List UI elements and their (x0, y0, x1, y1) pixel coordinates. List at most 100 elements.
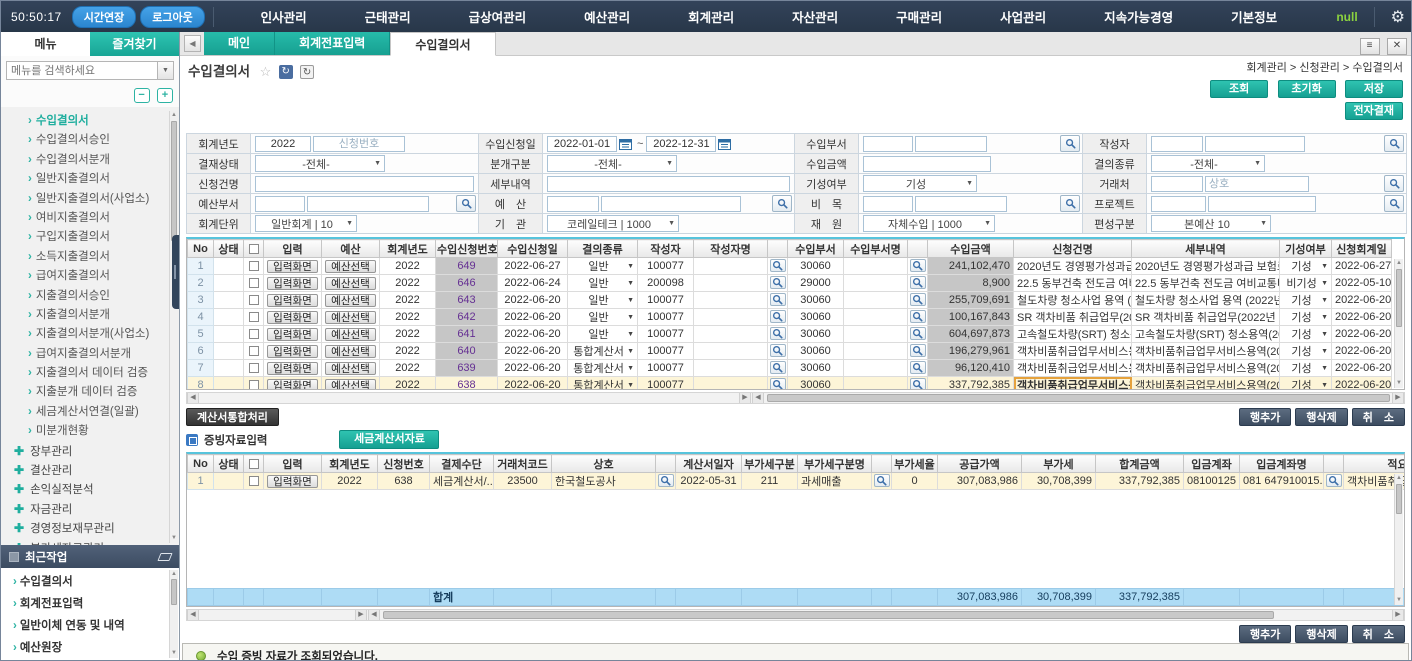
grid1-cell-writer_name[interactable] (694, 377, 768, 391)
grid2-cell-input_btn[interactable]: 입력화면 (264, 473, 322, 490)
grid1-cell-writer_name[interactable] (694, 292, 768, 309)
grid2-cell-mag3[interactable] (1324, 473, 1344, 490)
grid1-col-budget_btn[interactable]: 예산 (322, 240, 380, 258)
grid1-cell-dept_name[interactable] (844, 326, 908, 343)
search-icon[interactable] (1384, 175, 1404, 192)
grid2-col-mag2[interactable] (872, 455, 892, 473)
grid1-budget_btn[interactable]: 예산선택 (325, 294, 376, 307)
grid1-cell-reqdate[interactable]: 2022-06-20 (498, 309, 568, 326)
filter-input[interactable] (547, 136, 617, 152)
grid1-budget_btn[interactable]: 예산선택 (325, 328, 376, 341)
filter-input[interactable] (313, 136, 405, 152)
sidebar-item[interactable]: ›수입결의서 (1, 112, 179, 131)
gear-icon[interactable]: ⚙ (1391, 7, 1405, 27)
grid1-cell-dept_name[interactable] (844, 343, 908, 360)
filter-input[interactable] (255, 176, 474, 192)
grid1-cell-dept_name[interactable] (844, 258, 908, 275)
grid1-cell-reqdate[interactable]: 2022-06-20 (498, 326, 568, 343)
grid2-col-memo[interactable]: 적요 (1344, 455, 1406, 473)
tax-invoice-tab[interactable]: 세금계산서자료 (339, 430, 439, 449)
grid1-cell-gisung[interactable]: 기성▼ (1280, 326, 1332, 343)
grid1-cell-fy[interactable]: 2022 (380, 343, 436, 360)
row-checkbox[interactable] (249, 346, 259, 356)
delete-row-button[interactable]: 행삭제 (1295, 625, 1347, 643)
grid1-cell-reqdate[interactable]: 2022-06-20 (498, 377, 568, 391)
grid1-cell-status[interactable] (214, 275, 244, 292)
grid1-row[interactable]: 7입력화면예산선택20226392022-06-20통합계산서▼10007730… (188, 360, 1392, 377)
search-icon[interactable] (874, 474, 890, 487)
filter-input[interactable] (1151, 176, 1203, 192)
grid1-row[interactable]: 6입력화면예산선택20226402022-06-20통합계산서▼10007730… (188, 343, 1392, 360)
e-approval-button[interactable]: 전자결재 (1345, 102, 1403, 120)
search-icon[interactable] (772, 195, 792, 212)
search-icon[interactable] (1060, 135, 1080, 152)
grid2-col-vendor[interactable]: 상호 (552, 455, 656, 473)
grid1-input_btn[interactable]: 입력화면 (267, 311, 318, 324)
add-row-button[interactable]: 행추가 (1239, 625, 1291, 643)
grid2-col-vatname[interactable]: 부가세구분명 (798, 455, 872, 473)
grid1-cell-budget_btn[interactable]: 예산선택 (322, 275, 380, 292)
grid1-cell-reqno[interactable]: 643 (436, 292, 498, 309)
tab-main[interactable]: 메인 (204, 32, 275, 55)
grid1-input_btn[interactable]: 입력화면 (267, 362, 318, 375)
grid1-row[interactable]: 1입력화면예산선택20226492022-06-27일반▼10007730060… (188, 258, 1392, 275)
grid1-cell-gisung[interactable]: 기성▼ (1280, 292, 1332, 309)
grid1-cell-title[interactable]: 객차비품취급업무서비스용역 (1014, 377, 1132, 391)
grid1-cell-dept[interactable]: 29000 (788, 275, 844, 292)
sidebar-item[interactable]: ›여비지출결의서 (1, 209, 179, 228)
search-icon[interactable] (770, 259, 786, 272)
sidebar-item[interactable]: ›일반지출결의서(사업소) (1, 190, 179, 209)
grid1-cell-mag2[interactable] (908, 292, 928, 309)
grid1-cell-chk[interactable] (244, 326, 264, 343)
grid2-cell-vatcode[interactable]: 211 (742, 473, 798, 490)
search-icon[interactable] (910, 259, 926, 272)
grid1-input_btn[interactable]: 입력화면 (267, 260, 318, 273)
grid1-col-status[interactable]: 상태 (214, 240, 244, 258)
filter-select[interactable]: 자체수입 | 1000▼ (863, 215, 995, 232)
extend-time-button[interactable]: 시간연장 (72, 6, 136, 28)
grid1-cell-reqno[interactable]: 639 (436, 360, 498, 377)
grid1-cell-input_btn[interactable]: 입력화면 (264, 343, 322, 360)
grid2-cell-vatname[interactable]: 과세매출 (798, 473, 872, 490)
grid1-cell-chk[interactable] (244, 292, 264, 309)
grid1-col-gisung[interactable]: 기성여부 (1280, 240, 1332, 258)
row-checkbox[interactable] (249, 476, 259, 486)
filter-select[interactable]: -전체-▼ (1151, 155, 1265, 172)
grid2-col-vatrate[interactable]: 부가세율 (892, 455, 938, 473)
grid1-cell-input_btn[interactable]: 입력화면 (264, 309, 322, 326)
search-icon[interactable] (770, 293, 786, 306)
grid1-cell-chk[interactable] (244, 309, 264, 326)
recent-work-item[interactable]: ›예산원장 (1, 637, 179, 659)
grid1-cell-no[interactable]: 1 (188, 258, 214, 275)
sidebar-item[interactable]: ›구입지출결의서 (1, 228, 179, 247)
grid1-cell-writer[interactable]: 100077 (638, 292, 694, 309)
grid1-cell-writer_name[interactable] (694, 309, 768, 326)
new-window-icon[interactable]: ↻ (300, 65, 314, 79)
grid2-col-total[interactable]: 합계금액 (1096, 455, 1184, 473)
search-icon[interactable] (770, 378, 786, 391)
grid1-cell-mag1[interactable] (768, 377, 788, 391)
filter-input[interactable] (863, 156, 991, 172)
filter-select[interactable]: 일반회계 | 10▼ (255, 215, 357, 232)
grid1-cell-mag2[interactable] (908, 326, 928, 343)
grid1-col-reqno[interactable]: 수입신청번호 (436, 240, 498, 258)
grid1-cell-budget_btn[interactable]: 예산선택 (322, 292, 380, 309)
sidebar-item[interactable]: ✚결산관리 (1, 461, 179, 480)
filter-select[interactable]: 본예산 10▼ (1151, 215, 1271, 232)
filter-input[interactable] (255, 136, 311, 152)
grid2-cell-vatrate[interactable]: 0 (892, 473, 938, 490)
grid1-cell-no[interactable]: 3 (188, 292, 214, 309)
grid1-cell-status[interactable] (214, 377, 244, 391)
grid1-cell-title[interactable]: SR 객차비품 취급업무(202... (1014, 309, 1132, 326)
sidebar-item[interactable]: ›소득지출결의서 (1, 248, 179, 267)
grid1-cell-chk[interactable] (244, 377, 264, 391)
grid1-cell-decide[interactable]: 일반▼ (568, 309, 638, 326)
filter-select[interactable]: -전체-▼ (547, 155, 677, 172)
grid1-cell-amount[interactable]: 8,900 (928, 275, 1014, 292)
search-icon[interactable] (770, 310, 786, 323)
grid1-col-chk[interactable] (244, 240, 264, 258)
grid1-col-writer_name[interactable]: 작성자명 (694, 240, 768, 258)
grid2-col-paytype[interactable]: 결제수단 (430, 455, 494, 473)
grid1-cell-reqdate[interactable]: 2022-06-20 (498, 292, 568, 309)
search-icon[interactable] (910, 293, 926, 306)
